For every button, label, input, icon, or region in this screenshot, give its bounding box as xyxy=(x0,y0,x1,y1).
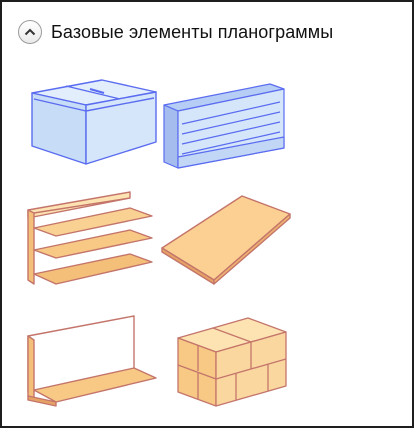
refrigerated-shelving-icon xyxy=(163,83,285,169)
collapse-toggle-button[interactable] xyxy=(18,20,42,44)
element-freezer[interactable] xyxy=(20,78,160,178)
element-wall-shelving[interactable] xyxy=(20,188,160,288)
box-stack-icon xyxy=(177,317,287,407)
planogram-basic-elements-panel: Базовые элементы планограммы xyxy=(0,0,414,428)
chest-freezer-icon xyxy=(31,79,157,165)
wall-shelving-icon xyxy=(27,191,153,285)
flat-platform-icon xyxy=(161,195,291,285)
single-shelf-wall-icon xyxy=(27,315,157,407)
element-platform[interactable] xyxy=(156,188,296,288)
chevron-up-icon xyxy=(24,28,36,36)
element-refrigerated-shelving[interactable] xyxy=(152,78,292,178)
element-single-shelf-wall[interactable] xyxy=(20,308,160,408)
section-header[interactable]: Базовые элементы планограммы xyxy=(8,16,412,48)
element-box-stack[interactable] xyxy=(156,308,296,408)
section-title: Базовые элементы планограммы xyxy=(51,21,334,42)
